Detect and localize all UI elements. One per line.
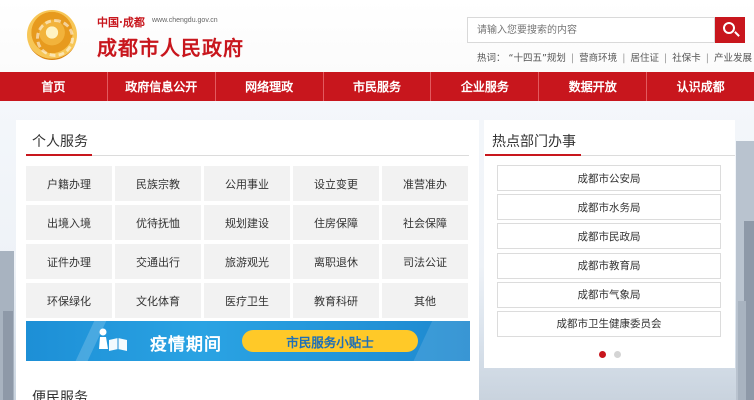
service-item[interactable]: 旅游观光: [204, 244, 290, 279]
divider: |: [705, 53, 709, 64]
emblem-logo[interactable]: [27, 10, 77, 60]
service-item[interactable]: 证件办理: [26, 244, 112, 279]
epidemic-tips-banner[interactable]: 疫情期间 市民服务小贴士: [26, 321, 470, 361]
service-grid: 户籍办理 民族宗教 公用事业 设立变更 准营准办 出境入境 优待抚恤 规划建设 …: [26, 166, 469, 318]
hot-word-link[interactable]: 社保卡: [672, 53, 701, 64]
divider: |: [622, 53, 626, 64]
service-item[interactable]: 文化体育: [115, 283, 201, 318]
service-item[interactable]: 社会保障: [382, 205, 468, 240]
section-title: 个人服务: [32, 134, 88, 150]
site-subtitle: 中国·成都: [97, 16, 145, 29]
nav-open-data[interactable]: 数据开放: [539, 72, 648, 101]
nav-business-services[interactable]: 企业服务: [431, 72, 540, 101]
service-item[interactable]: 民族宗教: [115, 166, 201, 201]
department-link[interactable]: 成都市水务局: [497, 194, 721, 221]
service-item[interactable]: 医疗卫生: [204, 283, 290, 318]
department-link[interactable]: 成都市教育局: [497, 252, 721, 279]
service-item[interactable]: 离职退休: [293, 244, 379, 279]
divider: |: [570, 53, 575, 64]
site-header: 中国·成都 www.chengdu.gov.cn 成都市人民政府 热词： “十四…: [0, 0, 754, 72]
service-item[interactable]: 环保绿化: [26, 283, 112, 318]
service-item[interactable]: 司法公证: [382, 244, 468, 279]
hot-word-link[interactable]: 营商环境: [579, 53, 617, 64]
service-item[interactable]: 公用事业: [204, 166, 290, 201]
service-item[interactable]: 住房保障: [293, 205, 379, 240]
service-item[interactable]: 其他: [382, 283, 468, 318]
service-item[interactable]: 出境入境: [26, 205, 112, 240]
site-title[interactable]: 成都市人民政府: [97, 32, 244, 61]
service-item[interactable]: 规划建设: [204, 205, 290, 240]
department-link[interactable]: 成都市公安局: [497, 165, 721, 191]
divider: |: [663, 53, 668, 64]
service-item[interactable]: 优待抚恤: [115, 205, 201, 240]
department-link[interactable]: 成都市气象局: [497, 281, 721, 308]
hot-word-link[interactable]: “十四五”规划: [509, 53, 566, 64]
search-button[interactable]: [715, 17, 745, 43]
divider: [26, 155, 469, 156]
carousel-dots: [599, 351, 621, 358]
nav-online-governance[interactable]: 网络理政: [216, 72, 324, 101]
hot-words: 热词： “十四五”规划 | 营商环境 | 居住证 | 社保卡 | 产业发展: [477, 50, 752, 64]
nav-home[interactable]: 首页: [0, 72, 108, 101]
reading-person-icon: [99, 328, 127, 351]
nav-about-chengdu[interactable]: 认识成都: [647, 72, 754, 101]
service-item[interactable]: 设立变更: [293, 166, 379, 201]
service-item[interactable]: 户籍办理: [26, 166, 112, 201]
nav-citizen-services[interactable]: 市民服务: [324, 72, 432, 101]
service-item[interactable]: 准营准办: [382, 166, 468, 201]
section-underline: [26, 154, 92, 156]
carousel-dot-active[interactable]: [599, 351, 606, 358]
service-item[interactable]: 教育科研: [293, 283, 379, 318]
banner-pill: 市民服务小贴士: [242, 330, 418, 352]
department-link[interactable]: 成都市卫生健康委员会: [497, 310, 721, 337]
main-nav: 首页 政府信息公开 网络理政 市民服务 企业服务 数据开放 认识成都: [0, 72, 754, 101]
section-underline: [485, 154, 581, 156]
carousel-dot[interactable]: [614, 351, 621, 358]
hot-word-link[interactable]: 居住证: [630, 53, 659, 64]
section-title: 热点部门办事: [492, 134, 576, 150]
department-link[interactable]: 成都市民政局: [497, 223, 721, 250]
site-url: www.chengdu.gov.cn: [152, 17, 218, 24]
nav-gov-info[interactable]: 政府信息公开: [108, 72, 216, 101]
service-item[interactable]: 交通出行: [115, 244, 201, 279]
search-input[interactable]: [467, 17, 715, 43]
section-title: 便民服务: [32, 390, 88, 400]
search-icon-handle: [734, 31, 740, 37]
banner-title: 疫情期间: [150, 335, 222, 355]
hot-words-label: 热词：: [477, 53, 506, 64]
department-list: 成都市公安局 成都市水务局 成都市民政局 成都市教育局 成都市气象局 成都市卫生…: [497, 165, 721, 340]
hot-word-link[interactable]: 产业发展: [714, 53, 752, 64]
